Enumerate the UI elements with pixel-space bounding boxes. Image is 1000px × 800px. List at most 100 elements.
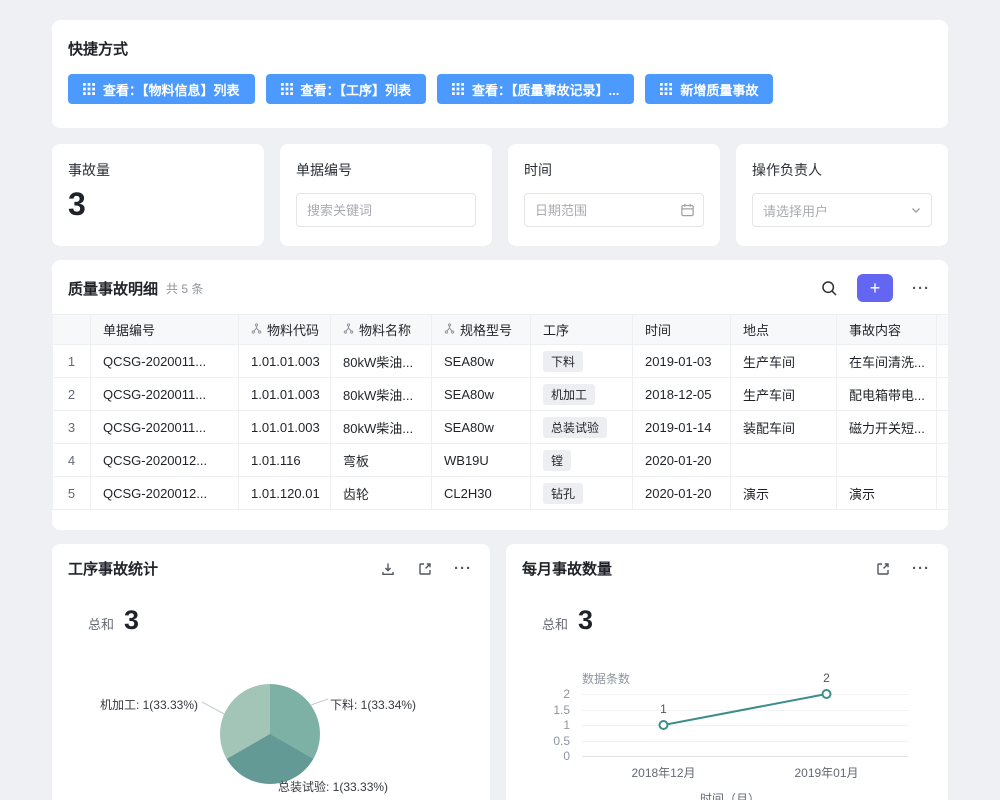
cell-time: 2018-12-05 (633, 378, 731, 411)
line-chart: 数据条数 21.510.50 12 2018年12月2019年01月 时间（月） (542, 670, 918, 800)
cell-material-code: 1.01.01.003 (239, 378, 331, 411)
row-index: 2 (53, 378, 91, 411)
search-icon[interactable] (819, 278, 840, 299)
operator-select-placeholder: 请选择用户 (763, 201, 828, 220)
cell-material-name: 齿轮 (331, 477, 432, 510)
shortcut-view-process-list-button[interactable]: 查看：【工序】列表 (266, 74, 427, 104)
pie-label-assembly-test: 总装试验: 1(33.33%) (278, 778, 388, 795)
table-row[interactable]: 4 QCSG-2020012... 1.01.116 弯板 WB19U 镗 20… (53, 444, 949, 477)
cell-content: 在车间清洗... (837, 345, 937, 378)
table-row[interactable]: 5 QCSG-2020012... 1.01.120.01 齿轮 CL2H30 … (53, 477, 949, 510)
grid-icon (281, 83, 293, 95)
cell-material-name: 弯板 (331, 444, 432, 477)
data-label: 2 (823, 671, 830, 685)
process-accident-pie-card: 工序事故统计 ··· 总和 3 机加工: 1(33.33%) 下料: 1(33.… (52, 544, 490, 800)
data-point[interactable] (660, 721, 668, 729)
cell-spec: SEA80w (432, 411, 531, 444)
cell-spec: SEA80w (432, 378, 531, 411)
process-tag: 机加工 (543, 384, 595, 405)
pie-label-cutting: 下料: 1(33.34%) (330, 696, 416, 713)
add-record-button[interactable]: + (857, 274, 893, 302)
gridline (582, 756, 908, 757)
shortcut-label: 查看：【质量事故记录】... (472, 80, 619, 99)
doc-number-label: 单据编号 (296, 160, 476, 180)
shortcut-view-material-list-button[interactable]: 查看：【物料信息】列表 (68, 74, 255, 104)
cell-material-code: 1.01.01.003 (239, 411, 331, 444)
pie-more-icon[interactable]: ··· (452, 559, 474, 578)
relation-icon (343, 322, 354, 337)
doc-number-search-input[interactable] (296, 193, 476, 227)
monthly-accident-line-card: 每月事故数量 ··· 总和 3 数据条数 21.510.50 12 2018年1… (506, 544, 948, 800)
pie-total-value: 3 (124, 607, 139, 634)
time-label: 时间 (524, 160, 704, 180)
header-index (53, 315, 91, 345)
cell-material-code: 1.01.120.01 (239, 477, 331, 510)
row-index: 3 (53, 411, 91, 444)
cell-time: 2020-01-20 (633, 444, 731, 477)
process-tag: 下料 (543, 351, 583, 372)
data-point[interactable] (823, 690, 831, 698)
cell-process: 钻孔 (531, 477, 633, 510)
shortcuts-title: 快捷方式 (68, 38, 932, 59)
cell-operator (937, 411, 949, 444)
date-range-input[interactable] (524, 193, 704, 227)
cell-doc: QCSG-2020012... (91, 444, 239, 477)
line-more-icon[interactable]: ··· (910, 559, 932, 578)
line-chart-title: 每月事故数量 (522, 558, 612, 579)
y-tick-label: 2 (563, 687, 570, 701)
cell-content: 配电箱带电... (837, 378, 937, 411)
y-tick-label: 0.5 (553, 734, 570, 748)
table-row[interactable]: 1 QCSG-2020011... 1.01.01.003 80kW柴油... … (53, 345, 949, 378)
shortcut-view-quality-records-button[interactable]: 查看：【质量事故记录】... (437, 74, 634, 104)
grid-icon (452, 83, 464, 95)
line-series (582, 694, 908, 756)
shortcuts-button-row: 查看：【物料信息】列表 查看：【工序】列表 查看：【质量事故记录】... 新增质… (68, 74, 932, 104)
accident-count-label: 事故量 (68, 160, 248, 180)
chevron-down-icon (910, 204, 922, 216)
cell-spec: CL2H30 (432, 477, 531, 510)
process-tag: 钻孔 (543, 483, 583, 504)
calendar-icon (680, 203, 695, 218)
table-row[interactable]: 3 QCSG-2020011... 1.01.01.003 80kW柴油... … (53, 411, 949, 444)
cell-operator (937, 444, 949, 477)
cell-spec: WB19U (432, 444, 531, 477)
row-index: 4 (53, 444, 91, 477)
download-icon[interactable] (378, 559, 398, 579)
cell-material-name: 80kW柴油... (331, 378, 432, 411)
operator-select[interactable]: 请选择用户 (752, 193, 932, 227)
cell-time: 2020-01-20 (633, 477, 731, 510)
quality-accident-table: 单据编号 物料代码 物料名称 规格型号 工序 时间 地点 事故内容 操作负责人 … (52, 314, 948, 510)
y-tick-label: 1 (563, 718, 570, 732)
row-index: 5 (53, 477, 91, 510)
y-tick-label: 1.5 (553, 703, 570, 717)
plus-icon: + (870, 279, 881, 297)
relation-icon (251, 322, 262, 337)
shortcut-add-quality-accident-button[interactable]: 新增质量事故 (645, 74, 773, 104)
process-tag: 总装试验 (543, 417, 607, 438)
pie-chart-area: 机加工: 1(33.33%) 下料: 1(33.34%) 总装试验: 1(33.… (52, 636, 490, 800)
cell-doc: QCSG-2020012... (91, 477, 239, 510)
charts-row: 工序事故统计 ··· 总和 3 机加工: 1(33.33%) 下料: 1(33.… (52, 544, 948, 800)
cell-place: 生产车间 (731, 345, 837, 378)
operator-filter-card: 操作负责人 请选择用户 (736, 144, 948, 246)
shortcut-label: 新增质量事故 (680, 80, 758, 99)
line-x-labels: 2018年12月2019年01月 (582, 764, 908, 780)
time-filter-card: 时间 (508, 144, 720, 246)
expand-icon[interactable] (873, 559, 893, 579)
cell-material-name: 80kW柴油... (331, 411, 432, 444)
header-material-name: 物料名称 (331, 315, 432, 345)
table-row[interactable]: 2 QCSG-2020011... 1.01.01.003 80kW柴油... … (53, 378, 949, 411)
table-more-icon[interactable]: ··· (910, 279, 932, 298)
line-y-ticks: 21.510.50 (542, 694, 574, 756)
pie-chart[interactable] (220, 684, 320, 784)
expand-icon[interactable] (415, 559, 435, 579)
header-time: 时间 (633, 315, 731, 345)
line-total-label: 总和 (542, 614, 568, 633)
cell-doc: QCSG-2020011... (91, 345, 239, 378)
pie-chart-title: 工序事故统计 (68, 558, 158, 579)
header-content: 事故内容 (837, 315, 937, 345)
cell-process: 镗 (531, 444, 633, 477)
line-x-axis-title: 时间（月） (542, 790, 918, 800)
cell-content: 磁力开关短... (837, 411, 937, 444)
grid-icon (660, 83, 672, 95)
